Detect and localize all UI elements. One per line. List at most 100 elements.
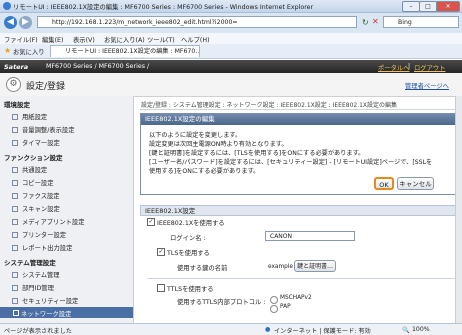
ieee-checkbox[interactable]: ✓ <box>147 218 155 226</box>
radio-mschapv2[interactable] <box>270 296 278 304</box>
sidebar-item-paper[interactable]: 用紙設定 <box>12 112 47 121</box>
minimize-button[interactable]: – <box>402 1 420 12</box>
tls-checkbox[interactable]: ✓ <box>157 248 165 256</box>
sidebar-heading-function: ファンクション設定 <box>4 154 63 162</box>
sidebar-item-label: メディアプリント設定 <box>22 219 85 226</box>
page-header: ⚙ 設定/登録 管理者ページへ <box>0 73 462 97</box>
key-name-label: 使用する鍵の名前 <box>177 265 228 272</box>
back-icon[interactable]: ◀ <box>4 16 17 29</box>
bullet-icon <box>12 140 18 146</box>
sidebar-item-dept-id[interactable]: 部門ID管理 <box>12 283 54 292</box>
bullet-icon <box>12 285 18 291</box>
zoom-icon[interactable]: 🔍 <box>402 326 410 334</box>
zoom-level[interactable]: 100% <box>412 326 430 333</box>
key-name-value: example <box>268 264 293 270</box>
ieee-checkbox-label: IEEE802.1Xを使用する <box>157 220 225 227</box>
favorites-button[interactable]: お気に入り <box>13 47 44 56</box>
dialog-message-line: 使用する]をONにする必要があります。 <box>149 168 260 175</box>
address-toolbar: ◀ ▶ http://192.168.1.223/m_network_ieee8… <box>0 13 462 33</box>
menu-file[interactable]: ファイル(F) <box>4 35 38 44</box>
bullet-icon <box>13 310 19 316</box>
sidebar-item-label: セキュリティー設定 <box>22 298 79 305</box>
key-certificate-button[interactable]: 鍵と証明書... <box>294 260 336 272</box>
ie-icon <box>3 2 11 10</box>
login-name-field[interactable]: CANON <box>265 231 355 241</box>
sidebar-item-security[interactable]: セキュリティー設定 <box>12 296 78 305</box>
cancel-button[interactable]: キャンセル <box>397 177 434 190</box>
sidebar-item-system[interactable]: システム管理 <box>12 270 60 279</box>
window-titlebar: リモートUI : IEEE802.1X設定の編集 : MF6700 Series… <box>0 0 462 13</box>
sidebar-item-copy[interactable]: コピー設定 <box>12 178 53 187</box>
sidebar-item-volume[interactable]: 音量調整/表示設定 <box>12 125 75 134</box>
globe-icon: ● <box>265 326 271 333</box>
sidebar-item-printer[interactable]: プリンター設定 <box>12 230 66 239</box>
menu-edit[interactable]: 編集(E) <box>42 35 64 44</box>
menu-tools[interactable]: ツール(T) <box>147 35 175 44</box>
stop-icon[interactable]: ✕ <box>372 17 379 26</box>
search-input[interactable]: Bing <box>383 16 459 28</box>
window-title: リモートUI : IEEE802.1X設定の編集 : MF6700 Series… <box>13 4 314 11</box>
portal-link[interactable]: ポータルへ <box>378 63 409 72</box>
menu-favorites[interactable]: お気に入り(A) <box>104 35 145 44</box>
sidebar-item-label: 共通設定 <box>22 167 48 174</box>
dialog-message-line: 以下のように設定を変更します。 <box>149 132 242 139</box>
radio-pap[interactable] <box>270 305 278 313</box>
menu-bar: ファイル(F) 編集(E) 表示(V) お気に入り(A) ツール(T) ヘルプ(… <box>0 33 462 44</box>
bullet-icon <box>12 298 18 304</box>
app-header: Satera MF6700 Series / MF6700 Series / ポ… <box>0 60 462 73</box>
ttls-checkbox-label: TTLSを使用する <box>167 286 214 293</box>
settings-icon: ⚙ <box>6 77 21 92</box>
menu-help[interactable]: ヘルプ(H) <box>181 35 210 44</box>
dialog-title: IEEE802.1X設定の編集 <box>141 114 457 125</box>
bullet-icon <box>12 114 18 120</box>
star-icon[interactable]: ★ <box>4 46 11 55</box>
dialog-message-line: 設定変更は次回主電源ON時より有効となります。 <box>149 141 288 148</box>
close-button[interactable]: ✕ <box>436 1 460 12</box>
bullet-icon <box>12 127 18 133</box>
maximize-button[interactable]: □ <box>419 1 437 12</box>
sidebar-item-label: スキャン設定 <box>22 206 60 213</box>
divider <box>140 109 456 110</box>
logout-link[interactable]: ログアウト <box>414 63 445 72</box>
radio-pap-label: PAP <box>280 304 291 310</box>
ttls-protocol-label: 使用するTTLS内部プロトコル : <box>177 299 266 306</box>
favorites-bar: ★ お気に入り リモートUI : IEEE802.1X設定の編集 : MF670… <box>0 44 462 59</box>
status-bar: ページが表示されました ● インターネット | 保護モード: 有効 🔍 100% <box>0 323 462 335</box>
sidebar-item-scan[interactable]: スキャン設定 <box>12 204 60 213</box>
menu-view[interactable]: 表示(V) <box>73 35 95 44</box>
login-label: ログイン名 : <box>170 235 206 242</box>
sidebar-item-label: タイマー設定 <box>22 140 60 147</box>
sidebar-item-fax[interactable]: ファクス設定 <box>12 191 60 200</box>
sidebar-heading-env: 環境設定 <box>4 101 30 109</box>
sidebar-item-label: ネットワーク設定 <box>21 311 72 318</box>
bullet-icon <box>12 193 18 199</box>
radio-mschapv2-label: MSCHAPv2 <box>280 295 312 301</box>
model-name: MF6700 Series / MF6700 Series / <box>46 63 150 70</box>
address-bar[interactable]: http://192.168.1.223/m_network_ieee802_e… <box>37 16 357 28</box>
ok-button[interactable]: OK <box>374 177 394 190</box>
sidebar-item-common[interactable]: 共通設定 <box>12 165 47 174</box>
dialog-message-line: [鍵と証明書]を設定するには、[TLSを使用する]をONにする必要があります。 <box>149 150 365 157</box>
sidebar-item-label: プリンター設定 <box>22 232 67 239</box>
sidebar-item-label: レポート出力設定 <box>22 245 73 252</box>
bullet-icon <box>12 167 18 173</box>
bullet-icon <box>12 219 18 225</box>
bullet-icon <box>12 180 18 186</box>
header-divider: | <box>408 63 411 70</box>
sidebar-item-label: コピー設定 <box>22 180 54 187</box>
forward-icon[interactable]: ▶ <box>19 16 32 29</box>
tab-remote-ui[interactable]: リモートUI : IEEE802.1X設定の編集 : MF670... <box>50 45 200 57</box>
refresh-icon[interactable]: ↻ <box>362 18 369 27</box>
section-header: IEEE802.1X設定 <box>140 205 456 216</box>
confirm-dialog: IEEE802.1X設定の編集 以下のように設定を変更します。 設定変更は次回主… <box>140 113 458 195</box>
scrollbar[interactable] <box>455 96 462 323</box>
ttls-checkbox[interactable] <box>157 284 165 292</box>
sidebar-item-report[interactable]: レポート出力設定 <box>12 243 72 252</box>
brand-name: Satera <box>4 63 29 71</box>
sidebar-item-label: ファクス設定 <box>22 193 60 200</box>
sidebar-item-network[interactable]: ネットワーク設定 <box>0 307 133 318</box>
manager-page-link[interactable]: 管理者ページへ <box>405 81 449 90</box>
breadcrumb: 設定/登録 : システム管理設定 : ネットワーク設定 : IEEE802.1X… <box>141 102 398 109</box>
sidebar-item-timer[interactable]: タイマー設定 <box>12 138 60 147</box>
sidebar-item-media-print[interactable]: メディアプリント設定 <box>12 217 85 226</box>
